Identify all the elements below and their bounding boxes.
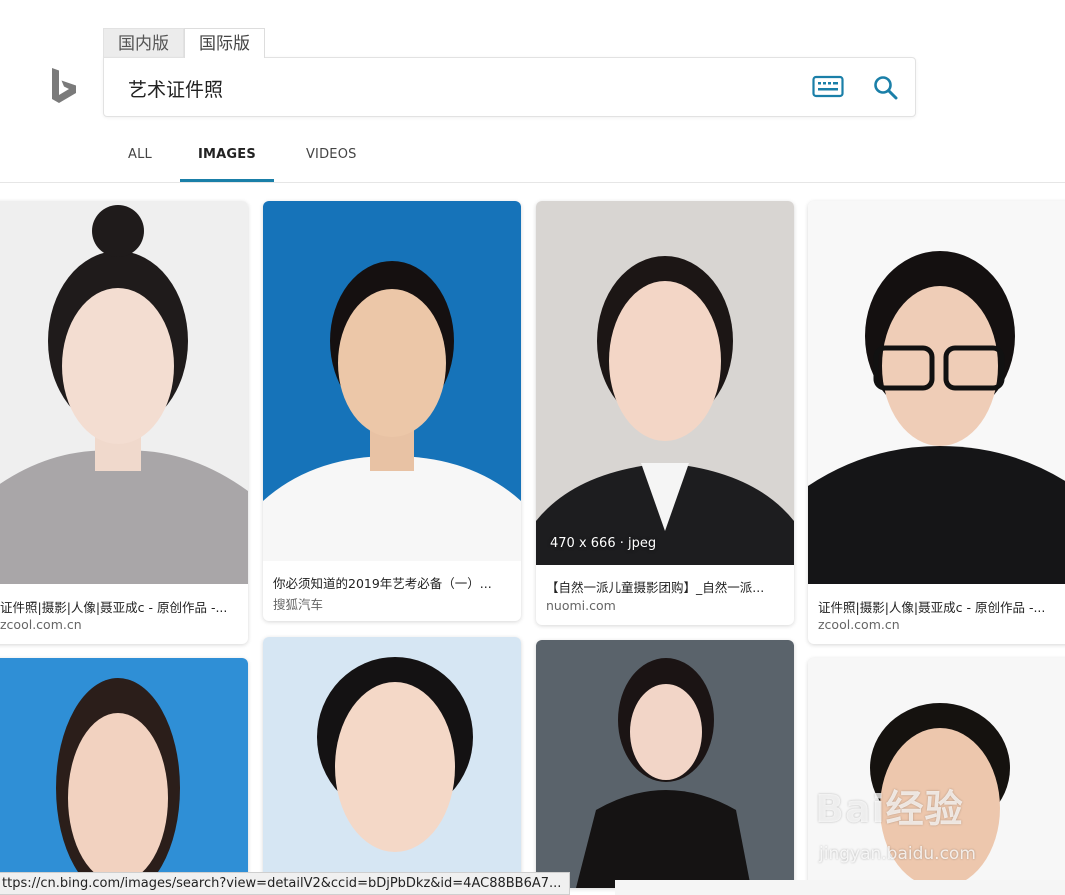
result-caption[interactable]: 你必须知道的2019年艺考必备（一）... [273,573,513,592]
image-result-card[interactable] [0,658,248,888]
image-result-card[interactable]: 你必须知道的2019年艺考必备（一）... 搜狐汽车 [263,201,521,621]
result-thumbnail[interactable] [0,658,248,888]
image-result-card[interactable] [263,637,521,887]
region-tabs: 国内版 国际版 [103,28,265,58]
tab-china[interactable]: 国内版 [103,28,184,58]
result-thumbnail[interactable] [536,640,794,888]
horizontal-scrollbar[interactable] [615,880,1065,895]
search-box [103,57,916,117]
result-thumbnail[interactable] [263,201,521,561]
image-result-card[interactable] [536,640,794,888]
tab-videos[interactable]: VIDEOS [288,138,375,182]
search-input[interactable] [128,74,768,102]
result-source: zcool.com.cn [0,617,82,632]
result-thumbnail[interactable] [0,201,248,584]
result-source: 搜狐汽车 [273,597,324,612]
tab-images[interactable]: IMAGES [179,138,274,182]
image-result-card[interactable]: 证件照|摄影|人像|聂亚成c - 原创作品 -... zcool.com.cn [0,201,248,644]
result-source: nuomi.com [546,598,616,613]
watermark-url: jingyan.baidu.com [819,844,976,864]
bing-images-page: 国内版 国际版 ALL IMAGES VIDEOS [0,0,1065,895]
result-caption[interactable]: 【自然一派儿童摄影团购】_自然一派... [546,577,786,596]
bing-logo-icon[interactable] [50,68,80,106]
header-divider [0,182,1065,183]
browser-status-bar: ttps://cn.bing.com/images/search?view=de… [0,872,571,895]
image-dimensions: 470 x 666 · jpeg [550,536,657,551]
watermark-logo: Bai经验 [815,787,964,831]
result-thumbnail[interactable] [536,201,794,565]
scope-tabs: ALL IMAGES VIDEOS [110,138,375,182]
tab-international[interactable]: 国际版 [184,28,265,58]
baidu-jingyan-watermark: Bai经验 jingyan.baidu.com [815,778,1015,878]
image-result-card[interactable]: 470 x 666 · jpeg 【自然一派儿童摄影团购】_自然一派... nu… [536,201,794,625]
result-caption[interactable]: 证件照|摄影|人像|聂亚成c - 原创作品 -... [818,597,1065,616]
keyboard-icon[interactable] [812,74,844,100]
tab-all[interactable]: ALL [110,138,170,182]
result-thumbnail[interactable] [808,201,1065,584]
search-icon[interactable] [872,74,900,102]
result-caption[interactable]: 证件照|摄影|人像|聂亚成c - 原创作品 -... [0,597,240,616]
result-source: zcool.com.cn [818,617,900,632]
result-thumbnail[interactable] [263,637,521,887]
image-result-card[interactable]: 证件照|摄影|人像|聂亚成c - 原创作品 -... zcool.com.cn [808,201,1065,644]
